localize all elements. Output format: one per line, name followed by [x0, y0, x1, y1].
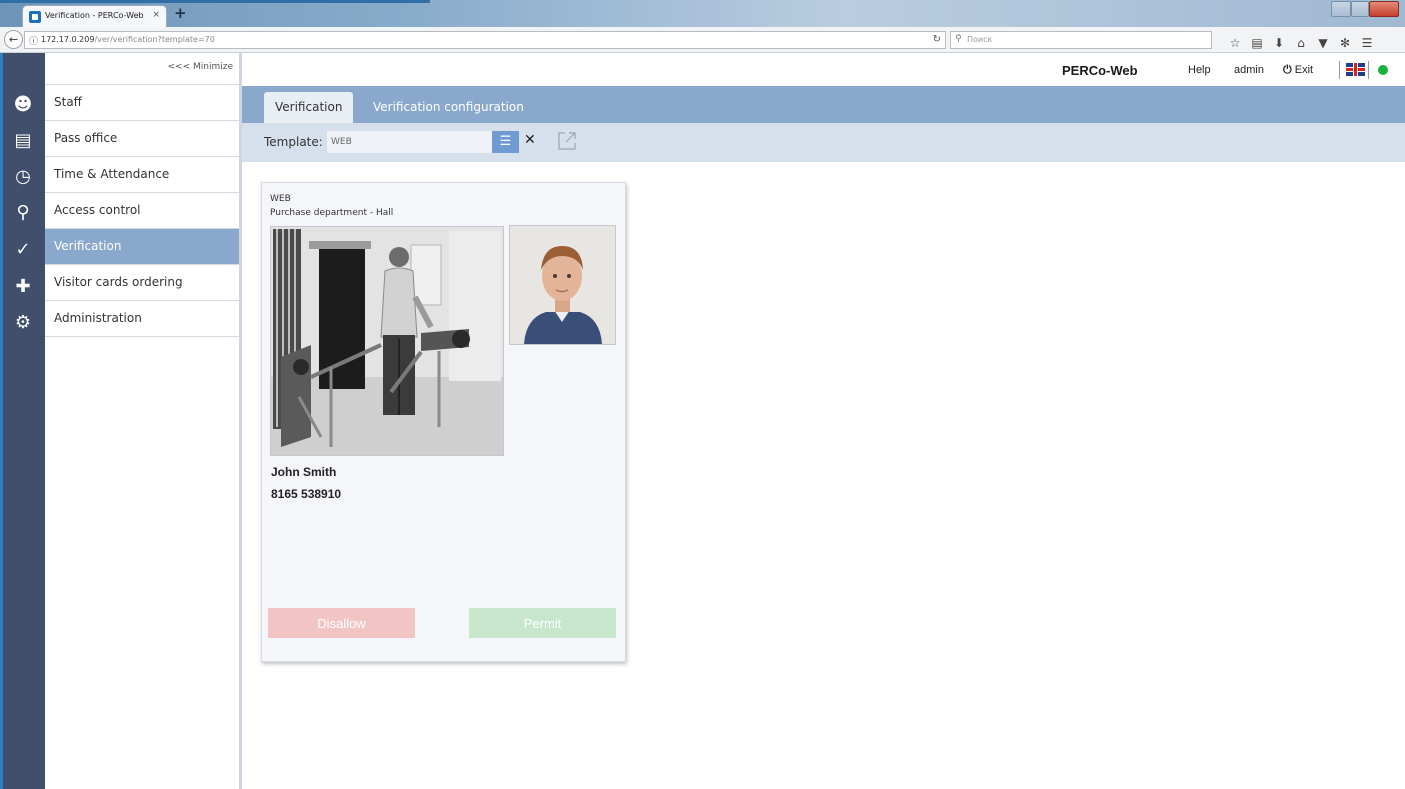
- sidebar-item-verification[interactable]: Verification: [45, 228, 239, 264]
- card-location: Purchase department - Hall: [270, 208, 394, 218]
- sidebar-item-label: Verification: [54, 239, 122, 253]
- browser-tab[interactable]: Verification - PERCo-Web ×: [22, 5, 167, 27]
- url-path: /ver/verification?template=70: [94, 35, 215, 44]
- language-flag-icon[interactable]: [1346, 63, 1365, 76]
- url-host: 172.17.0.209: [41, 35, 95, 44]
- verification-icon[interactable]: ✓: [9, 236, 37, 264]
- extension-icon[interactable]: ✻: [1334, 36, 1356, 50]
- template-list-button[interactable]: ☰: [492, 131, 519, 153]
- sidebar: <<< Minimize Staff Pass office Time & At…: [45, 53, 242, 789]
- sidebar-item-label: Time & Attendance: [54, 167, 170, 181]
- tab-verification[interactable]: Verification: [264, 92, 354, 123]
- sidebar-item-label: Staff: [54, 95, 82, 109]
- help-link[interactable]: Help: [1188, 64, 1211, 76]
- browser-search-box[interactable]: ⚲ Поиск: [950, 31, 1212, 49]
- disallow-button[interactable]: Disallow: [268, 608, 415, 638]
- permit-button[interactable]: Permit: [469, 608, 616, 638]
- window-controls: [1331, 1, 1399, 17]
- module-icon-strip: ☻ ▤ ◷ ⚲ ✓ ✚ ⚙: [0, 53, 45, 789]
- template-label: Template:: [264, 135, 323, 149]
- administration-icon[interactable]: ⚙: [9, 309, 37, 337]
- camera-snapshot-image: [270, 226, 504, 456]
- open-external-icon[interactable]: [556, 130, 578, 152]
- sidebar-item-pass-office[interactable]: Pass office: [45, 120, 239, 156]
- visitor-cards-icon[interactable]: ✚: [9, 273, 37, 301]
- header-divider: [1368, 61, 1369, 79]
- sidebar-item-visitor-cards[interactable]: Visitor cards ordering: [45, 264, 239, 300]
- sidebar-menu: Staff Pass office Time & Attendance Acce…: [45, 84, 239, 337]
- back-button[interactable]: ←: [4, 30, 23, 49]
- app-header: PERCo-Web Help admin ⏻ Exit: [242, 53, 1405, 86]
- bookmark-star-icon[interactable]: ☆: [1224, 36, 1246, 50]
- search-icon: ⚲: [955, 34, 962, 44]
- clipboard-icon[interactable]: ▤: [1246, 36, 1268, 50]
- maximize-window-button[interactable]: [1351, 1, 1369, 17]
- titlebar-accent: [0, 0, 430, 3]
- new-tab-button[interactable]: +: [174, 4, 187, 22]
- time-attendance-icon[interactable]: ◷: [9, 163, 37, 191]
- staff-icon[interactable]: ☻: [9, 91, 37, 119]
- browser-toolbar-icons: ☆ ▤ ⬇ ⌂ ▼ ✻ ☰: [1224, 32, 1378, 50]
- sidebar-item-access-control[interactable]: Access control: [45, 192, 239, 228]
- sidebar-item-label: Visitor cards ordering: [54, 275, 183, 289]
- pass-office-icon[interactable]: ▤: [9, 127, 37, 155]
- address-bar[interactable]: ⓘ 172.17.0.209/ver/verification?template…: [24, 31, 946, 49]
- sidebar-item-label: Administration: [54, 311, 142, 325]
- minimize-sidebar-button[interactable]: <<< Minimize: [168, 62, 233, 72]
- url-text: 172.17.0.209/ver/verification?template=7…: [41, 35, 215, 44]
- sidebar-item-time-attendance[interactable]: Time & Attendance: [45, 156, 239, 192]
- power-icon: ⏻: [1283, 64, 1292, 76]
- download-icon[interactable]: ⬇: [1268, 36, 1290, 50]
- card-number: 8165 538910: [271, 487, 342, 501]
- search-placeholder: Поиск: [967, 35, 993, 44]
- sidebar-item-label: Pass office: [54, 131, 118, 145]
- favicon-icon: [29, 11, 41, 23]
- id-photo-image: [509, 225, 616, 345]
- connection-status-indicator: [1378, 65, 1388, 75]
- user-link[interactable]: admin: [1234, 64, 1264, 76]
- sidebar-item-staff[interactable]: Staff: [45, 84, 239, 120]
- tab-title: Verification - PERCo-Web: [45, 11, 144, 20]
- sidebar-item-label: Access control: [54, 203, 141, 217]
- tab-close-icon[interactable]: ×: [152, 10, 160, 20]
- exit-button[interactable]: ⏻ Exit: [1283, 64, 1313, 77]
- menu-icon[interactable]: ☰: [1356, 36, 1378, 50]
- person-name: John Smith: [271, 465, 337, 479]
- home-icon[interactable]: ⌂: [1290, 36, 1312, 50]
- page-tabs: Verification Verification configuration: [242, 86, 1405, 123]
- header-divider: [1339, 61, 1340, 79]
- verification-card: WEB Purchase department - Hall John Smit…: [261, 182, 626, 662]
- reload-icon[interactable]: ↻: [933, 34, 941, 45]
- browser-navbar: ← ⓘ 172.17.0.209/ver/verification?templa…: [0, 27, 1405, 53]
- minimize-window-button[interactable]: [1331, 1, 1351, 17]
- exit-label: Exit: [1294, 64, 1314, 76]
- tab-verification-configuration[interactable]: Verification configuration: [362, 92, 535, 123]
- clear-template-icon[interactable]: ✕: [524, 132, 536, 148]
- template-toolbar: Template: ☰ ✕: [242, 123, 1405, 162]
- card-template-name: WEB: [270, 194, 291, 204]
- sidebar-item-administration[interactable]: Administration: [45, 300, 239, 337]
- pocket-icon[interactable]: ▼: [1312, 36, 1334, 50]
- access-control-icon[interactable]: ⚲: [9, 199, 37, 227]
- strip-edge: [0, 53, 3, 789]
- template-input[interactable]: [327, 131, 492, 153]
- info-icon[interactable]: ⓘ: [29, 34, 38, 47]
- brand-title: PERCo-Web: [1062, 63, 1138, 78]
- browser-titlebar: Verification - PERCo-Web × +: [0, 0, 1405, 27]
- close-window-button[interactable]: [1369, 1, 1399, 17]
